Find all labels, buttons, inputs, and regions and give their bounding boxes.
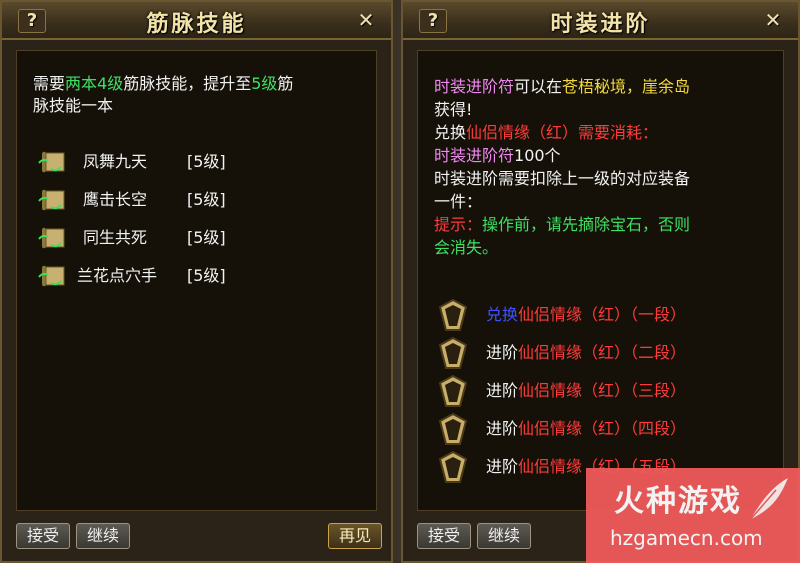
token-icon (438, 337, 468, 369)
option-item: 仙侣情缘（红）（一段） (518, 305, 687, 324)
desc-text: 筋 (277, 74, 294, 93)
option-verb: 进阶 (486, 457, 519, 476)
continue-button[interactable]: 继续 (76, 523, 130, 549)
hint-text: 会消失。 (434, 238, 499, 257)
requirement-text: 需要两本4级筋脉技能，提升至5级筋 脉技能一本 (33, 73, 362, 117)
desc-highlight: 仙侣情缘（红）需要消耗： (466, 123, 659, 142)
dialog-title: 筋脉技能 (146, 12, 247, 37)
skill-dialog: ? 筋脉技能 ✕ 需要两本4级筋脉技能，提升至5级筋 脉技能一本 凤舞九天 [5… (0, 0, 393, 563)
token-icon (438, 413, 468, 445)
desc-text: 需要 (33, 74, 66, 93)
desc-text: 可以在 (514, 77, 563, 96)
item-name: 时装进阶符 (434, 146, 515, 165)
quantity-text: 100个 (514, 146, 561, 165)
desc-text: 脉技能一本 (33, 96, 114, 115)
dialog-title: 时装进阶 (550, 12, 651, 37)
accept-button[interactable]: 接受 (417, 523, 471, 549)
scroll-icon (38, 227, 65, 249)
skill-name: 兰花点穴手 (77, 266, 158, 285)
feather-icon (749, 478, 788, 521)
desc-text: 获得! (434, 100, 473, 119)
item-name: 时装进阶符 (434, 77, 515, 96)
scroll-icon (38, 151, 65, 173)
location-text: 苍梧秘境，崖余岛 (562, 77, 691, 96)
option-item: 仙侣情缘（红）（二段） (518, 343, 687, 362)
token-icon (438, 299, 468, 331)
desc-highlight: 5级 (251, 74, 278, 93)
desc-highlight: 两本4级 (65, 74, 124, 93)
watermark-brand: 火种游戏 (614, 484, 742, 519)
desc-text: 筋脉技能，提升至 (123, 74, 252, 93)
upgrade-description: 时装进阶符可以在苍梧秘境，崖余岛 获得! 兑换仙侣情缘（红）需要消耗： 时装进阶… (434, 75, 769, 259)
skill-level: [5级] (187, 152, 226, 171)
goodbye-button[interactable]: 再见 (328, 523, 382, 549)
watermark: 火种游戏 hzgamecn.com (586, 468, 800, 563)
desc-text: 兑换 (434, 123, 467, 142)
dialog-content: 时装进阶符可以在苍梧秘境，崖余岛 获得! 兑换仙侣情缘（红）需要消耗： 时装进阶… (417, 50, 784, 511)
skill-level: [5级] (187, 266, 226, 285)
skill-name: 同生共死 (83, 228, 148, 247)
token-icon (438, 451, 468, 483)
accept-button[interactable]: 接受 (16, 523, 70, 549)
token-icon (438, 375, 468, 407)
skill-level: [5级] (187, 228, 226, 247)
desc-text: 一件： (434, 192, 483, 211)
scroll-icon (38, 189, 65, 211)
close-button[interactable]: ✕ (353, 9, 379, 31)
scroll-icon (38, 265, 65, 287)
watermark-url: hzgamecn.com (610, 526, 763, 550)
skill-name: 凤舞九天 (83, 152, 148, 171)
option-verb: 进阶 (486, 381, 519, 400)
option-item: 仙侣情缘（红）（四段） (518, 419, 687, 438)
dialog-titlebar: ? 时装进阶 ✕ (403, 2, 798, 40)
close-button[interactable]: ✕ (760, 9, 786, 31)
option-verb: 进阶 (486, 343, 519, 362)
option-verb: 兑换 (486, 305, 519, 324)
hint-label: 提示： (434, 215, 483, 234)
desc-text: 时装进阶需要扣除上一级的对应装备 (434, 169, 691, 188)
skill-level: [5级] (187, 190, 226, 209)
dialog-content: 需要两本4级筋脉技能，提升至5级筋 脉技能一本 凤舞九天 [5级] 鹰击长空 [… (16, 50, 377, 511)
continue-button[interactable]: 继续 (477, 523, 531, 549)
dialog-titlebar: ? 筋脉技能 ✕ (2, 2, 391, 40)
hint-text: 操作前，请先摘除宝石，否则 (482, 215, 691, 234)
option-verb: 进阶 (486, 419, 519, 438)
skill-name: 鹰击长空 (83, 190, 148, 209)
option-item: 仙侣情缘（红）（三段） (518, 381, 687, 400)
